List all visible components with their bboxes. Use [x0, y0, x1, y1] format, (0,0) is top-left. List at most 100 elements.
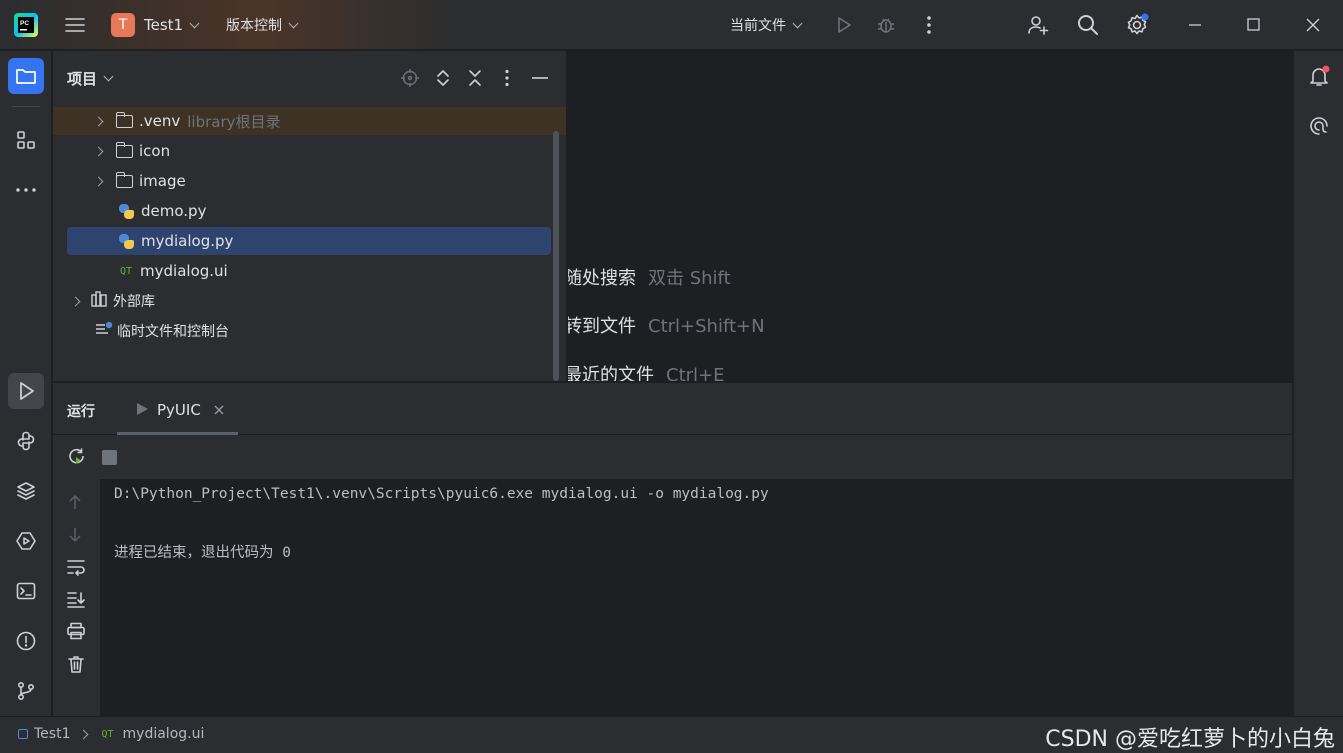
python-console-icon[interactable]	[8, 423, 44, 459]
hint-label: 随处搜索	[568, 268, 636, 289]
soft-wrap-icon[interactable]	[66, 558, 86, 576]
tab-pyuic[interactable]: PyUIC	[117, 383, 238, 435]
tree-item-label: demo.py	[141, 202, 207, 220]
chevron-down-icon	[103, 71, 114, 82]
close-window-icon[interactable]	[1305, 17, 1321, 33]
breadcrumb-file[interactable]: mydialog.ui	[123, 726, 205, 742]
tree-item-label: 临时文件和控制台	[117, 324, 229, 340]
hint-search-everywhere: 随处搜索 双击 Shift	[568, 264, 731, 290]
hint-label: 最近的文件	[568, 365, 654, 381]
scroll-up-icon[interactable]	[66, 493, 84, 511]
run-toolbar	[53, 435, 1292, 479]
hint-go-to-file: 转到文件 Ctrl+Shift+N	[568, 312, 765, 338]
collapse-all-icon[interactable]	[465, 68, 485, 88]
main-menu-icon[interactable]	[64, 16, 86, 34]
tree-item-venv[interactable]: .venv library根目录	[53, 107, 566, 135]
qt-file-icon: QT	[101, 728, 114, 740]
scroll-to-end-icon[interactable]	[66, 590, 86, 608]
tab-label: PyUIC	[157, 401, 201, 419]
folder-icon	[115, 171, 133, 188]
console-line: 进程已结束，退出代码为 0	[114, 545, 291, 561]
tree-item-label: .venv	[139, 112, 181, 130]
right-tool-strip	[1293, 51, 1343, 716]
project-view-selector[interactable]: 项目	[67, 68, 114, 89]
notifications-bell-icon[interactable]	[1301, 58, 1337, 94]
python-file-icon	[118, 203, 135, 220]
project-panel: 项目 .venv library根目录 icon image demo.py m…	[53, 51, 567, 381]
hint-recent-files: 最近的文件 Ctrl+E	[568, 361, 724, 381]
vertical-scrollbar[interactable]	[553, 131, 559, 381]
hint-shortcut: Ctrl+Shift+N	[648, 316, 765, 337]
options-icon[interactable]	[497, 68, 517, 88]
run-config-selector[interactable]: 当前文件	[730, 14, 803, 36]
folder-icon	[115, 111, 133, 128]
run-config-label: 当前文件	[730, 18, 786, 34]
qt-file-icon: QT	[120, 265, 133, 277]
chevron-right-icon	[93, 176, 104, 186]
more-actions-icon[interactable]	[919, 14, 939, 36]
breadcrumb: Test1 QT mydialog.ui	[18, 726, 204, 742]
locate-file-icon[interactable]	[400, 68, 420, 88]
tree-item-label: mydialog.py	[141, 232, 234, 250]
scroll-down-icon[interactable]	[66, 526, 84, 544]
clear-all-trash-icon[interactable]	[66, 654, 86, 674]
run-icon[interactable]	[834, 15, 854, 35]
tree-item-scratches[interactable]: 临时文件和控制台	[53, 317, 553, 345]
chevron-right-icon	[70, 296, 81, 306]
minimize-window-icon[interactable]	[1187, 18, 1203, 32]
rerun-icon[interactable]	[67, 447, 87, 467]
expand-all-icon[interactable]	[433, 68, 453, 88]
more-tools-icon[interactable]	[8, 172, 44, 208]
maximize-window-icon[interactable]	[1246, 17, 1262, 33]
title-bar: PC T Test1 版本控制 当前文件	[0, 0, 1343, 50]
vcs-menu[interactable]: 版本控制	[226, 14, 299, 36]
tree-item-sublabel: library根目录	[187, 112, 281, 131]
pycharm-logo-icon[interactable]: PC	[14, 13, 38, 37]
run-side-toolbar	[53, 479, 100, 717]
services-icon[interactable]	[8, 523, 44, 559]
python-packages-icon[interactable]	[8, 473, 44, 509]
print-icon[interactable]	[66, 622, 86, 640]
hide-panel-icon[interactable]	[530, 68, 550, 88]
chevron-right-icon	[79, 729, 89, 739]
debug-icon[interactable]	[875, 14, 897, 36]
tree-item-image-folder[interactable]: image	[53, 167, 553, 195]
strip-divider	[12, 106, 40, 107]
tree-item-mydialog-py[interactable]: mydialog.py	[67, 227, 551, 255]
git-icon[interactable]	[8, 673, 44, 709]
run-panel-header: 运行 PyUIC	[53, 383, 1292, 435]
settings-gear-icon[interactable]	[1125, 13, 1149, 37]
project-switcher[interactable]: T Test1	[111, 13, 200, 37]
csdn-watermark: CSDN @爱吃红萝卜的小白兔	[1045, 727, 1335, 752]
project-tool-button[interactable]	[8, 58, 44, 94]
add-user-icon[interactable]	[1026, 13, 1050, 37]
chevron-down-icon	[792, 18, 803, 28]
stop-icon[interactable]	[102, 450, 117, 465]
scratches-icon	[95, 321, 113, 341]
project-panel-header: 项目	[53, 51, 566, 103]
folder-icon	[115, 141, 133, 158]
editor-empty-state: 随处搜索 双击 Shift 转到文件 Ctrl+Shift+N 最近的文件 Ctrl+…	[568, 51, 1292, 381]
tree-item-mydialog-ui[interactable]: QT mydialog.ui	[53, 257, 553, 285]
close-tab-icon[interactable]	[214, 405, 224, 415]
tree-item-demo-py[interactable]: demo.py	[53, 197, 553, 225]
hint-shortcut: Ctrl+E	[666, 365, 725, 381]
terminal-icon[interactable]	[8, 573, 44, 609]
run-config-icon	[137, 403, 148, 415]
project-name: Test1	[144, 16, 184, 34]
search-icon[interactable]	[1076, 13, 1100, 37]
hint-label: 转到文件	[568, 316, 636, 337]
breadcrumb-project[interactable]: Test1	[34, 726, 70, 742]
python-file-icon	[118, 233, 135, 250]
tree-item-label: mydialog.ui	[140, 262, 228, 280]
tree-item-external-libraries[interactable]: 外部库	[53, 287, 553, 315]
run-tool-button[interactable]	[8, 373, 44, 409]
structure-icon[interactable]	[8, 122, 44, 158]
svg-text:PC: PC	[20, 20, 29, 27]
problems-icon[interactable]	[8, 623, 44, 659]
tree-item-icon-folder[interactable]: icon	[53, 137, 553, 165]
chevron-down-icon	[288, 18, 299, 28]
console-line: D:\Python_Project\Test1\.venv\Scripts\py…	[114, 486, 769, 502]
ai-assistant-icon[interactable]	[1301, 108, 1337, 144]
tree-item-label: icon	[139, 142, 171, 160]
